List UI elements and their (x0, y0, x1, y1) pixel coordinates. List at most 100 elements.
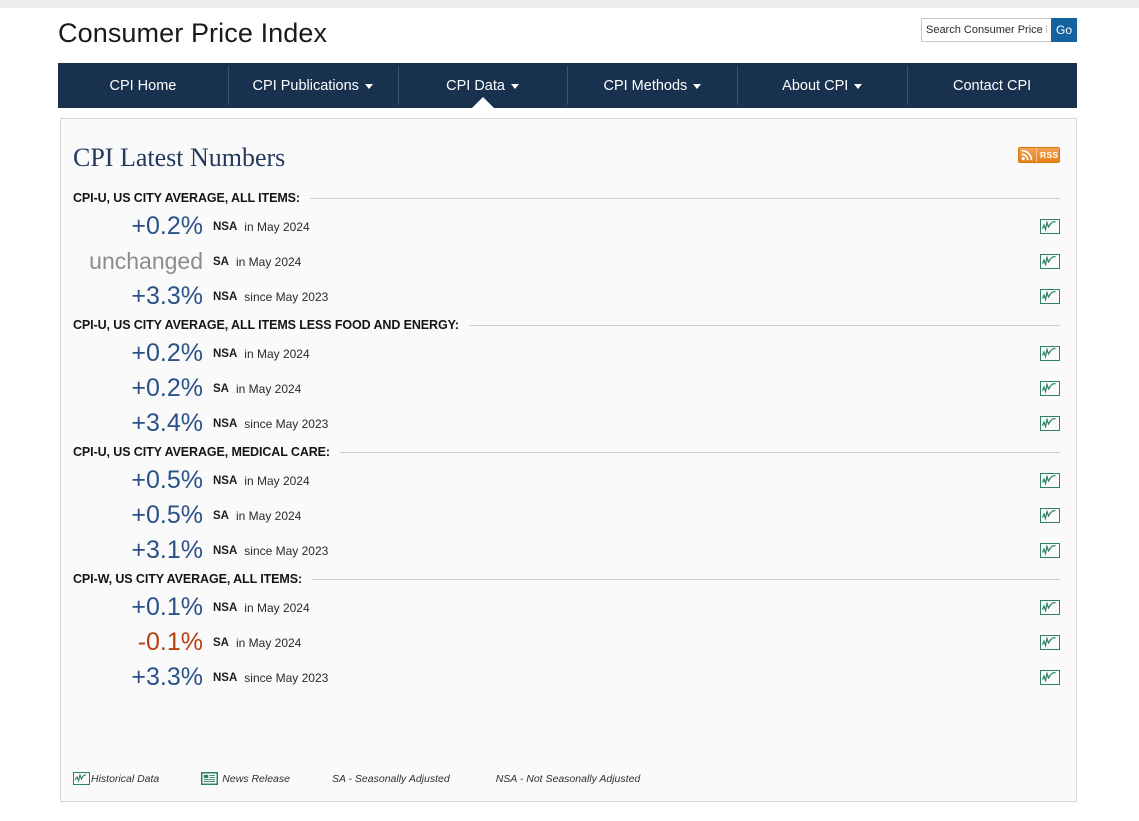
search-input[interactable] (921, 18, 1051, 42)
main-navigation: CPI Home CPI Publications CPI DataCPI Meth… (58, 63, 1077, 108)
legend-historical-data[interactable]: Historical Data (73, 772, 159, 785)
nav-item-label: Contact CPI (953, 78, 1031, 94)
indicator-row: +3.1% NSA since May 2023 (73, 533, 1060, 568)
historical-data-chart-icon[interactable] (1040, 635, 1060, 650)
nav-item-about-cpi[interactable]: About CPI (737, 63, 907, 108)
adjustment-label: NSA (213, 672, 237, 684)
historical-data-chart-icon[interactable] (1040, 600, 1060, 615)
chevron-down-icon (511, 84, 519, 89)
indicator-row: +0.1%NSAin May 2024 (73, 590, 1060, 625)
news-release-label: News Release (222, 773, 290, 785)
indicator-row: +3.4% NSA since May 2023 (73, 406, 1060, 441)
historical-data-chart-icon[interactable] (1040, 381, 1060, 396)
period-label: in May 2024 (236, 509, 301, 523)
indicator-row: unchanged SA in May 2024 (73, 244, 1060, 279)
historical-data-chart-icon[interactable] (1040, 416, 1060, 431)
indicator-value: unchanged (73, 250, 203, 273)
cpi-latest-numbers-page: Consumer Price Index Go CPI Home CPI Publ… (0, 0, 1139, 821)
adjustment-label: SA (213, 383, 229, 395)
nav-item-label: CPI Publications (253, 78, 359, 94)
historical-data-icon (73, 772, 90, 785)
chevron-down-icon (365, 84, 373, 89)
page-title: Consumer Price Index (58, 18, 327, 49)
section-heading: CPI-W, US CITY AVERAGE, ALL ITEMS: (73, 572, 302, 586)
nav-item-cpi-data[interactable]: CPI Data (398, 63, 568, 108)
indicator-row: +3.3%NSAsince May 2023 (73, 279, 1060, 314)
indicator-section: CPI-U, US CITY AVERAGE, ALL ITEMS LESS F… (73, 314, 1060, 441)
card-title: CPI Latest Numbers (73, 143, 285, 173)
period-label: in May 2024 (244, 601, 309, 615)
legend: Historical Data News Release SA - Season… (73, 772, 686, 785)
historical-data-chart-icon[interactable] (1040, 289, 1060, 304)
adjustment-label: NSA (213, 475, 237, 487)
adjustment-label: NSA (213, 221, 237, 233)
period-label: in May 2024 (244, 220, 309, 234)
nsa-definition: NSA - Not Seasonally Adjusted (496, 773, 641, 785)
adjustment-label: SA (213, 256, 229, 268)
adjustment-label: NSA (213, 418, 237, 430)
historical-data-chart-icon[interactable] (1040, 219, 1060, 234)
indicator-value: +3.1% (73, 538, 203, 563)
nav-item-cpi-publications[interactable]: CPI Publications (228, 63, 398, 108)
adjustment-label: NSA (213, 545, 237, 557)
historical-data-chart-icon[interactable] (1040, 346, 1060, 361)
indicator-value: +3.3% (73, 665, 203, 690)
section-divider (312, 579, 1060, 580)
section-heading: CPI-U, US CITY AVERAGE, ALL ITEMS: (73, 191, 300, 205)
indicator-value: +0.5% (73, 468, 203, 493)
period-label: in May 2024 (236, 255, 301, 269)
historical-data-chart-icon[interactable] (1040, 543, 1060, 558)
indicator-value: +0.2% (73, 214, 203, 239)
indicator-row: -0.1% SA in May 2024 (73, 625, 1060, 660)
nav-item-cpi-home[interactable]: CPI Home (58, 63, 228, 108)
indicator-value: +0.5% (73, 503, 203, 528)
indicator-value: -0.1% (73, 630, 203, 655)
adjustment-label: SA (213, 637, 229, 649)
search-go-button[interactable]: Go (1051, 18, 1077, 42)
period-label: since May 2023 (244, 417, 328, 431)
nav-item-contact-cpi[interactable]: Contact CPI (907, 63, 1077, 108)
rss-button[interactable]: RSS (1018, 147, 1060, 163)
sa-definition: SA - Seasonally Adjusted (332, 773, 450, 785)
historical-data-chart-icon[interactable] (1040, 473, 1060, 488)
section-divider (340, 452, 1060, 453)
rss-label: RSS (1036, 148, 1058, 162)
section-heading: CPI-U, US CITY AVERAGE, ALL ITEMS LESS F… (73, 318, 459, 332)
chevron-down-icon (693, 84, 701, 89)
section-divider (310, 198, 1060, 199)
indicator-section: CPI-U, US CITY AVERAGE, ALL ITEMS: +0.2% N… (73, 187, 1060, 314)
indicator-row: +0.2%NSAin May 2024 (73, 336, 1060, 371)
section-heading: CPI-U, US CITY AVERAGE, MEDICAL CARE: (73, 445, 330, 459)
period-label: since May 2023 (244, 671, 328, 685)
indicator-row: +0.2% SA in May 2024 (73, 371, 1060, 406)
period-label: since May 2023 (244, 544, 328, 558)
section-header: CPI-W, US CITY AVERAGE, ALL ITEMS: (73, 568, 1060, 590)
indicator-value: +3.4% (73, 411, 203, 436)
period-label: since May 2023 (244, 290, 328, 304)
latest-numbers-card: CPI Latest Numbers RSS CPI-U, US CITY AV… (60, 118, 1077, 802)
adjustment-label: NSA (213, 348, 237, 360)
indicator-value: +0.2% (73, 376, 203, 401)
historical-data-chart-icon[interactable] (1040, 508, 1060, 523)
top-gray-bar (0, 0, 1139, 8)
adjustment-label: NSA (213, 602, 237, 614)
historical-data-chart-icon[interactable] (1040, 670, 1060, 685)
indicator-value: +3.3% (73, 284, 203, 309)
indicator-row: +0.2% NSA in May 2024 (73, 209, 1060, 244)
adjustment-label: SA (213, 510, 229, 522)
section-header: CPI-U, US CITY AVERAGE, MEDICAL CARE: (73, 441, 1060, 463)
legend-news-release[interactable]: News Release (201, 772, 290, 785)
indicator-sections: CPI-U, US CITY AVERAGE, ALL ITEMS: +0.2% N… (73, 187, 1060, 695)
news-release-icon (201, 772, 218, 785)
period-label: in May 2024 (236, 382, 301, 396)
nav-item-cpi-methods[interactable]: CPI Methods (567, 63, 737, 108)
period-label: in May 2024 (236, 636, 301, 650)
indicator-row: +3.3% NSA since May 2023 (73, 660, 1060, 695)
rss-icon (1020, 148, 1035, 162)
indicator-row: +0.5% SA in May 2024 (73, 498, 1060, 533)
historical-data-chart-icon[interactable] (1040, 254, 1060, 269)
nav-item-label: About CPI (782, 78, 848, 94)
section-header: CPI-U, US CITY AVERAGE, ALL ITEMS: (73, 187, 1060, 209)
indicator-value: +0.2% (73, 341, 203, 366)
site-search: Go (921, 18, 1077, 42)
